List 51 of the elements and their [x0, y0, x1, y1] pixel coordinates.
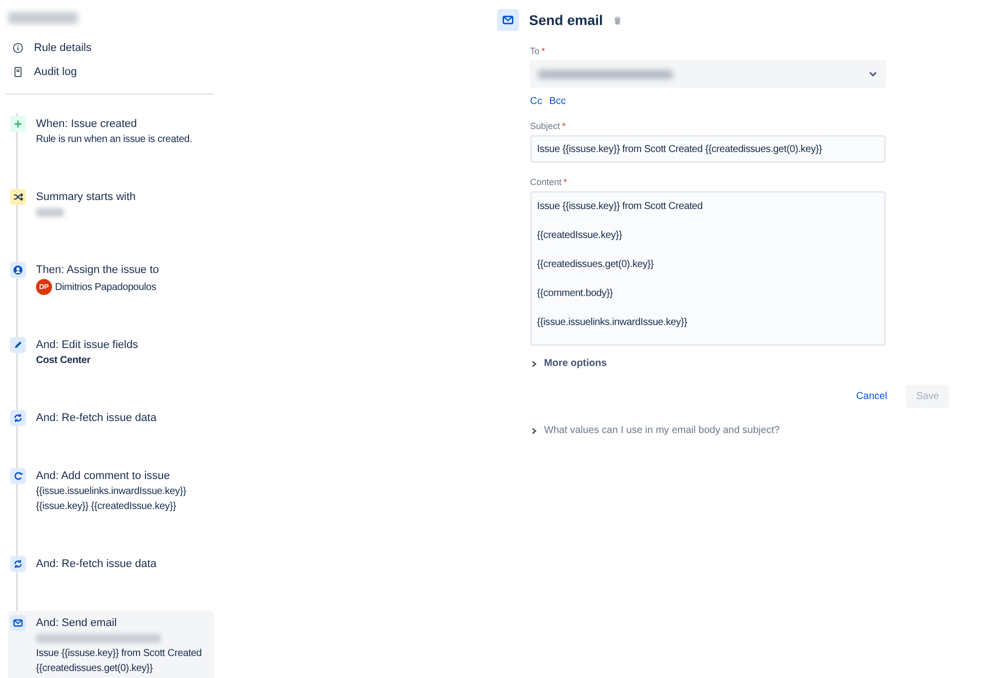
step-title: Then: Assign the issue to — [36, 263, 159, 278]
step-title: And: Edit issue fields — [36, 338, 138, 353]
content-field[interactable]: Issue {{issuse.key}} from Scott Created {{createdIssue.key}} {{createdissues.get(0).key}} {{comment.body}} {{issue.issuelinks.inwardIssue.key}} — [530, 191, 886, 346]
step-title: And: Re-fetch issue data — [36, 411, 156, 426]
more-options-toggle[interactable]: More options — [530, 358, 607, 369]
step-detail: {{issue.issuelinks.inwardIssue.key}} — [36, 485, 186, 499]
rule-step[interactable]: And: Re-fetch issue data — [0, 553, 214, 575]
sidebar-link[interactable]: Audit log — [0, 60, 214, 84]
field-name: Cost Center — [36, 354, 92, 368]
step-title: And: Send email — [36, 616, 118, 631]
user-name: Dimitrios Papadopoulos — [55, 280, 156, 294]
chevron-down-icon — [868, 69, 878, 79]
refresh-icon — [10, 410, 26, 426]
step-detail: Rule is run when an issue is created. — [36, 133, 192, 147]
rule-step[interactable]: And: Edit issue fields Cost Center — [0, 334, 214, 371]
info-icon — [12, 42, 24, 54]
step-title: And: Re-fetch issue data — [36, 557, 156, 572]
field-label: Subject * — [530, 121, 567, 131]
shuffle-icon — [10, 189, 26, 205]
user-icon — [10, 262, 26, 278]
comment-icon — [10, 468, 26, 484]
copy-link[interactable]: Bcc — [549, 96, 566, 107]
rule-step[interactable]: And: Send email Issue {{issuse.key}} from Scott Created {{createdissues.get(0).key}} — [8, 611, 214, 678]
blurred-title — [8, 12, 78, 24]
rule-step[interactable]: And: Add comment to issue {{issue.issuelinks.inwardIssue.key}} {{issue.key}} {{createdIssue.key}} — [0, 465, 214, 517]
step-detail: {{createdissues.get(0).key}} — [36, 662, 154, 676]
step-detail: Issue {{issuse.key}} from Scott Created — [36, 647, 202, 661]
mail-icon — [497, 9, 519, 31]
document-icon — [12, 66, 24, 78]
subject-field[interactable]: Issue {{issuse.key}} from Scott Created {{createdissues.get(0).key}} — [530, 135, 886, 163]
sidebar-link[interactable]: Rule details — [0, 36, 214, 60]
trash-icon[interactable] — [612, 16, 622, 24]
copy-link[interactable]: Cc — [530, 96, 542, 107]
mail-icon — [10, 615, 26, 631]
rule-step[interactable]: When: Issue created Rule is run when an issue is created. — [0, 113, 214, 150]
step-title: When: Issue created — [36, 117, 138, 132]
pencil-icon — [10, 337, 26, 353]
blurred-text — [36, 208, 64, 217]
help-toggle[interactable]: What values can I use in my email body and subject? — [530, 425, 780, 436]
step-title: Summary starts with — [36, 190, 136, 205]
rule-step[interactable]: Summary starts with — [0, 186, 214, 223]
cancel-button[interactable]: Cancel — [846, 385, 898, 408]
step-detail: {{issue.key}} {{createdIssue.key}} — [36, 500, 177, 514]
rule-step[interactable]: And: Re-fetch issue data — [0, 407, 214, 429]
panel-title: Send email — [529, 12, 603, 28]
field-label: Content * — [530, 177, 568, 187]
refresh-icon — [10, 556, 26, 572]
plus-icon — [10, 116, 26, 132]
step-title: And: Add comment to issue — [36, 469, 171, 484]
field-label: To * — [530, 46, 546, 56]
recipient-select[interactable] — [530, 60, 886, 88]
